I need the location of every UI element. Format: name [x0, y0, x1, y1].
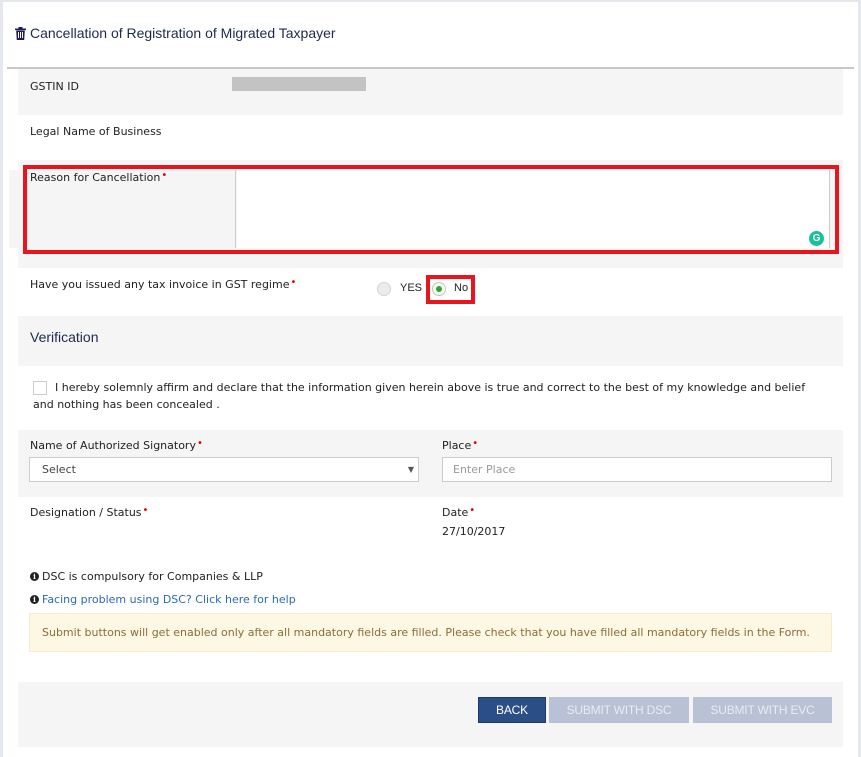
page-header: Cancellation of Registration of Migrated…: [15, 25, 336, 41]
gstin-value-redacted: [232, 77, 366, 91]
dsc-note: i DSC is compulsory for Companies & LLP: [30, 570, 263, 583]
dsc-help-link-text[interactable]: Facing problem using DSC? Click here for…: [42, 593, 296, 606]
gstin-label: GSTIN ID: [30, 80, 79, 93]
submit-with-evc-button[interactable]: SUBMIT WITH EVC: [693, 697, 832, 723]
invoice-question-label: Have you issued any tax invoice in GST r…: [30, 277, 297, 291]
info-icon: i: [30, 572, 39, 581]
signatory-selected-value: Select: [42, 463, 76, 476]
date-value: 27/10/2017: [442, 525, 506, 538]
dsc-note-text: DSC is compulsory for Companies & LLP: [42, 570, 263, 583]
invoice-no-label[interactable]: No: [454, 282, 468, 294]
submit-with-dsc-button[interactable]: SUBMIT WITH DSC: [549, 697, 689, 723]
trash-icon: [15, 26, 26, 40]
verification-header-row: [18, 316, 843, 366]
reason-label: Reason for Cancellation•: [30, 170, 168, 184]
signatory-select[interactable]: Select ▼: [29, 457, 419, 482]
date-label: Date•: [442, 505, 476, 519]
place-input[interactable]: [442, 457, 832, 482]
designation-label: Designation / Status•: [30, 505, 149, 519]
invoice-no-radio[interactable]: [432, 282, 446, 296]
chevron-down-icon: ▼: [407, 465, 414, 474]
legal-name-label: Legal Name of Business: [30, 125, 162, 138]
page-title: Cancellation of Registration of Migrated…: [30, 25, 336, 41]
declaration-text: I hereby solemnly affirm and declare tha…: [33, 381, 806, 411]
grammarly-icon[interactable]: G: [809, 231, 824, 246]
required-marker: •: [161, 170, 168, 181]
back-button[interactable]: BACK: [478, 697, 546, 723]
verification-title: Verification: [30, 329, 99, 345]
mandatory-fields-alert: Submit buttons will get enabled only aft…: [29, 613, 832, 652]
info-icon: i: [30, 595, 39, 604]
signatory-label: Name of Authorized Signatory•: [30, 438, 203, 452]
legal-name-row: Legal Name of Business: [18, 115, 843, 160]
invoice-yes-radio[interactable]: [377, 282, 391, 296]
reason-textarea[interactable]: [237, 170, 830, 248]
gstin-row: GSTIN ID: [18, 69, 843, 115]
invoice-yes-label[interactable]: YES: [400, 282, 422, 294]
dsc-help-link[interactable]: i Facing problem using DSC? Click here f…: [30, 593, 296, 606]
reason-label-cell: Reason for Cancellation•: [9, 170, 236, 248]
place-label: Place•: [442, 438, 479, 452]
